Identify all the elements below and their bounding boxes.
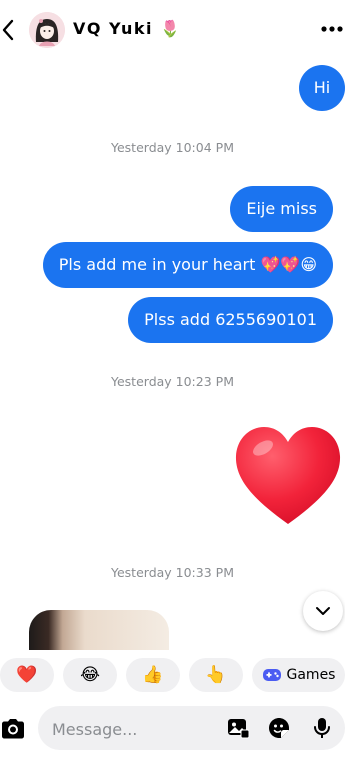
message-input[interactable] bbox=[50, 706, 214, 752]
avatar[interactable] bbox=[29, 12, 65, 48]
chevron-down-icon bbox=[316, 607, 330, 615]
quick-reply-point[interactable]: 👆 bbox=[189, 658, 243, 692]
quick-reply-heart[interactable]: ❤️ bbox=[0, 658, 54, 692]
gamepad-icon bbox=[262, 669, 281, 681]
point-emoji: 👆 bbox=[205, 665, 227, 685]
contact-name[interactable]: VQ Yuki 🌷 bbox=[73, 19, 181, 38]
gallery-icon[interactable] bbox=[226, 716, 250, 740]
more-horizontal-icon[interactable] bbox=[320, 25, 344, 33]
message-bubble[interactable]: Eije miss bbox=[230, 186, 333, 232]
message-bubble[interactable]: Hi bbox=[299, 65, 345, 111]
camera-icon[interactable] bbox=[0, 716, 26, 742]
message-bubble[interactable]: Plss add 6255690101 bbox=[128, 297, 333, 343]
chevron-left-icon[interactable] bbox=[0, 18, 16, 42]
timestamp: Yesterday 10:23 PM bbox=[111, 374, 234, 389]
heart-sticker-icon[interactable] bbox=[233, 424, 343, 528]
laugh-emoji: 😂 bbox=[80, 665, 100, 685]
sticker-icon[interactable] bbox=[267, 716, 291, 740]
quick-reply-thumbs-up[interactable]: 👍 bbox=[126, 658, 180, 692]
timestamp: Yesterday 10:33 PM bbox=[111, 565, 234, 580]
thumbs-up-emoji: 👍 bbox=[142, 665, 164, 685]
heart-emoji: ❤️ bbox=[16, 665, 38, 685]
message-bubble[interactable]: Pls add me in your heart 💖💖😁 bbox=[42, 242, 333, 288]
chat-header: VQ Yuki 🌷 bbox=[0, 0, 345, 62]
photo-message[interactable] bbox=[29, 610, 169, 650]
games-button[interactable]: Games bbox=[252, 658, 345, 692]
timestamp: Yesterday 10:04 PM bbox=[111, 140, 234, 155]
microphone-icon[interactable] bbox=[310, 716, 334, 740]
scroll-to-bottom-button[interactable] bbox=[303, 591, 343, 631]
games-label: Games bbox=[286, 667, 336, 683]
message-composer bbox=[38, 706, 345, 752]
quick-reply-laugh[interactable]: 😂 bbox=[63, 658, 117, 692]
